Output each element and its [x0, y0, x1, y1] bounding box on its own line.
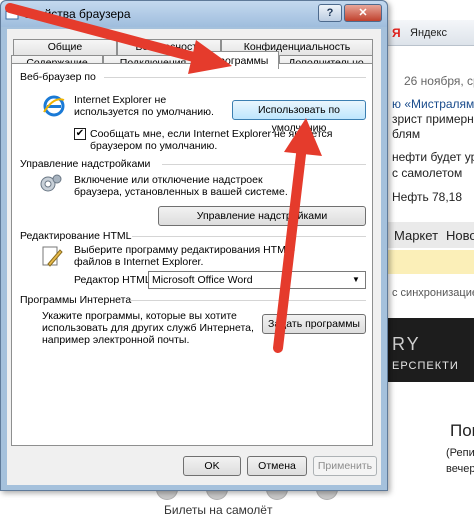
programs-tab-panel: Веб-браузер по Internet Explorer не испо… — [11, 63, 373, 446]
yandex-logo-icon: Я — [392, 26, 401, 40]
group-divider — [104, 77, 366, 78]
addons-group-label: Управление надстройками — [20, 158, 151, 170]
weather-line: вечер — [446, 463, 474, 475]
close-button[interactable]: ✕ — [344, 4, 382, 22]
chevron-down-icon: ▼ — [352, 275, 360, 284]
addons-description: Включение или отключение надстроек брауз… — [74, 174, 288, 198]
news-item[interactable]: ю «Мистралям» — [392, 97, 474, 111]
cancel-button[interactable]: Отмена — [247, 456, 307, 476]
news-date: 26 ноября, срe — [404, 74, 474, 88]
banner-title: RY — [392, 334, 421, 354]
weather-line: (Репи — [446, 447, 474, 459]
dialog-title: Свойства браузера — [23, 7, 131, 21]
help-button[interactable]: ? — [318, 4, 342, 22]
addons-gear-icon — [40, 174, 62, 192]
notify-default-label: Сообщать мне, если Internet Explorer не … — [90, 128, 333, 152]
oil-value: 78,18 — [432, 190, 463, 204]
web-browser-group-label: Веб-браузер по — [20, 71, 96, 83]
weather-heading: Пог — [450, 421, 474, 440]
nav-link-market[interactable]: Маркет — [394, 228, 438, 243]
html-editor-label: Редактор HTML: — [74, 274, 154, 286]
html-editing-group-label: Редактирование HTML — [20, 230, 132, 242]
html-editor-icon — [42, 246, 63, 267]
group-divider — [130, 300, 366, 301]
internet-options-dialog: Свойства браузера ? ✕ Общие Безопасность… — [0, 0, 388, 491]
internet-programs-group-label: Программы Интернета — [20, 294, 132, 306]
banner-subtitle: ЕРСПЕКТИ — [392, 360, 459, 372]
promo-strip — [388, 250, 474, 274]
group-divider — [132, 236, 366, 237]
set-programs-button[interactable]: Задать программы — [262, 314, 366, 334]
dialog-titlebar[interactable]: Свойства браузера ? ✕ — [1, 1, 387, 27]
ie-not-default-message: Internet Explorer не используется по умо… — [74, 94, 214, 118]
tab-programs[interactable]: Программы — [201, 51, 279, 69]
html-editing-description: Выберите программу редактирования HTML-ф… — [74, 244, 296, 268]
set-default-button[interactable]: Использовать по умолчанию — [232, 100, 366, 134]
nav-link-news[interactable]: Ново — [446, 228, 474, 243]
manage-addons-button[interactable]: Управление надстройками — [158, 206, 366, 226]
notify-default-checkbox[interactable]: ✔ — [74, 128, 86, 140]
internet-explorer-icon — [43, 95, 65, 117]
html-editor-value: Microsoft Office Word — [152, 274, 253, 286]
news-item[interactable]: нефти будет урегу — [392, 150, 474, 164]
news-item[interactable]: зрист примерно на — [392, 112, 474, 126]
html-editor-select[interactable]: Microsoft Office Word ▼ — [148, 271, 366, 289]
apply-button[interactable]: Применить — [313, 456, 377, 476]
tab-general[interactable]: Общие — [13, 39, 117, 55]
settings-icon — [5, 8, 19, 20]
oil-label: Нефть — [392, 190, 429, 204]
flights-link[interactable]: Билеты на самолёт — [164, 503, 272, 517]
internet-programs-description: Укажите программы, которые вы хотите исп… — [42, 310, 254, 346]
ok-button[interactable]: OK — [183, 456, 241, 476]
browser-tab-yandex[interactable]: Яндекс — [410, 27, 447, 39]
group-divider — [162, 164, 366, 165]
news-item[interactable]: с самолетом — [392, 166, 462, 180]
sync-text: с синхронизацие — [392, 287, 474, 299]
news-item[interactable]: блям — [392, 127, 420, 141]
